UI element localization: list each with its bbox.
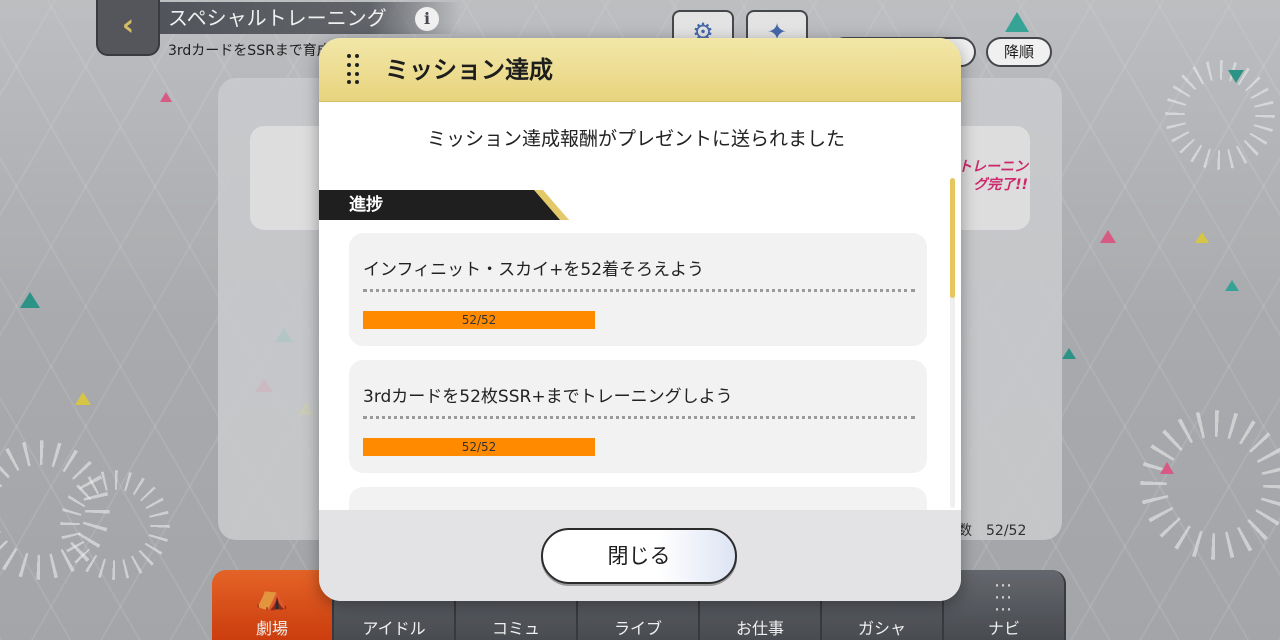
mission-item: インフィニット・スカイ+を52着そろえよう 52/52 xyxy=(349,233,927,346)
mission-list[interactable]: インフィニット・スカイ+を52着そろえよう 52/52 3rdカードを52枚SS… xyxy=(319,220,961,510)
grip-icon xyxy=(347,54,359,86)
mission-complete-dialog: ミッション達成 ミッション達成報酬がプレゼントに送られました 進捗 インフィニッ… xyxy=(319,38,961,601)
dialog-footer: 閉じる xyxy=(319,510,961,601)
section-label: 進捗 xyxy=(349,195,383,215)
mission-item xyxy=(349,487,927,510)
dialog-message: ミッション達成報酬がプレゼントに送られました xyxy=(426,128,845,150)
progress-text: 52/52 xyxy=(461,440,497,454)
dotted-divider xyxy=(363,416,915,419)
mission-name: インフィニット・スカイ+を52着そろえよう xyxy=(363,260,705,280)
close-button[interactable]: 閉じる xyxy=(541,528,737,584)
progress-bar: 52/52 xyxy=(363,311,595,329)
mission-item: 3rdカードを52枚SSR+までトレーニングしよう 52/52 xyxy=(349,360,927,473)
dialog-title: ミッション達成 xyxy=(385,56,553,84)
dotted-divider xyxy=(363,289,915,292)
progress-text: 52/52 xyxy=(461,313,497,327)
dialog-header: ミッション達成 xyxy=(319,38,961,102)
mission-name: 3rdカードを52枚SSR+までトレーニングしよう xyxy=(363,387,733,407)
progress-bar: 52/52 xyxy=(363,438,595,456)
